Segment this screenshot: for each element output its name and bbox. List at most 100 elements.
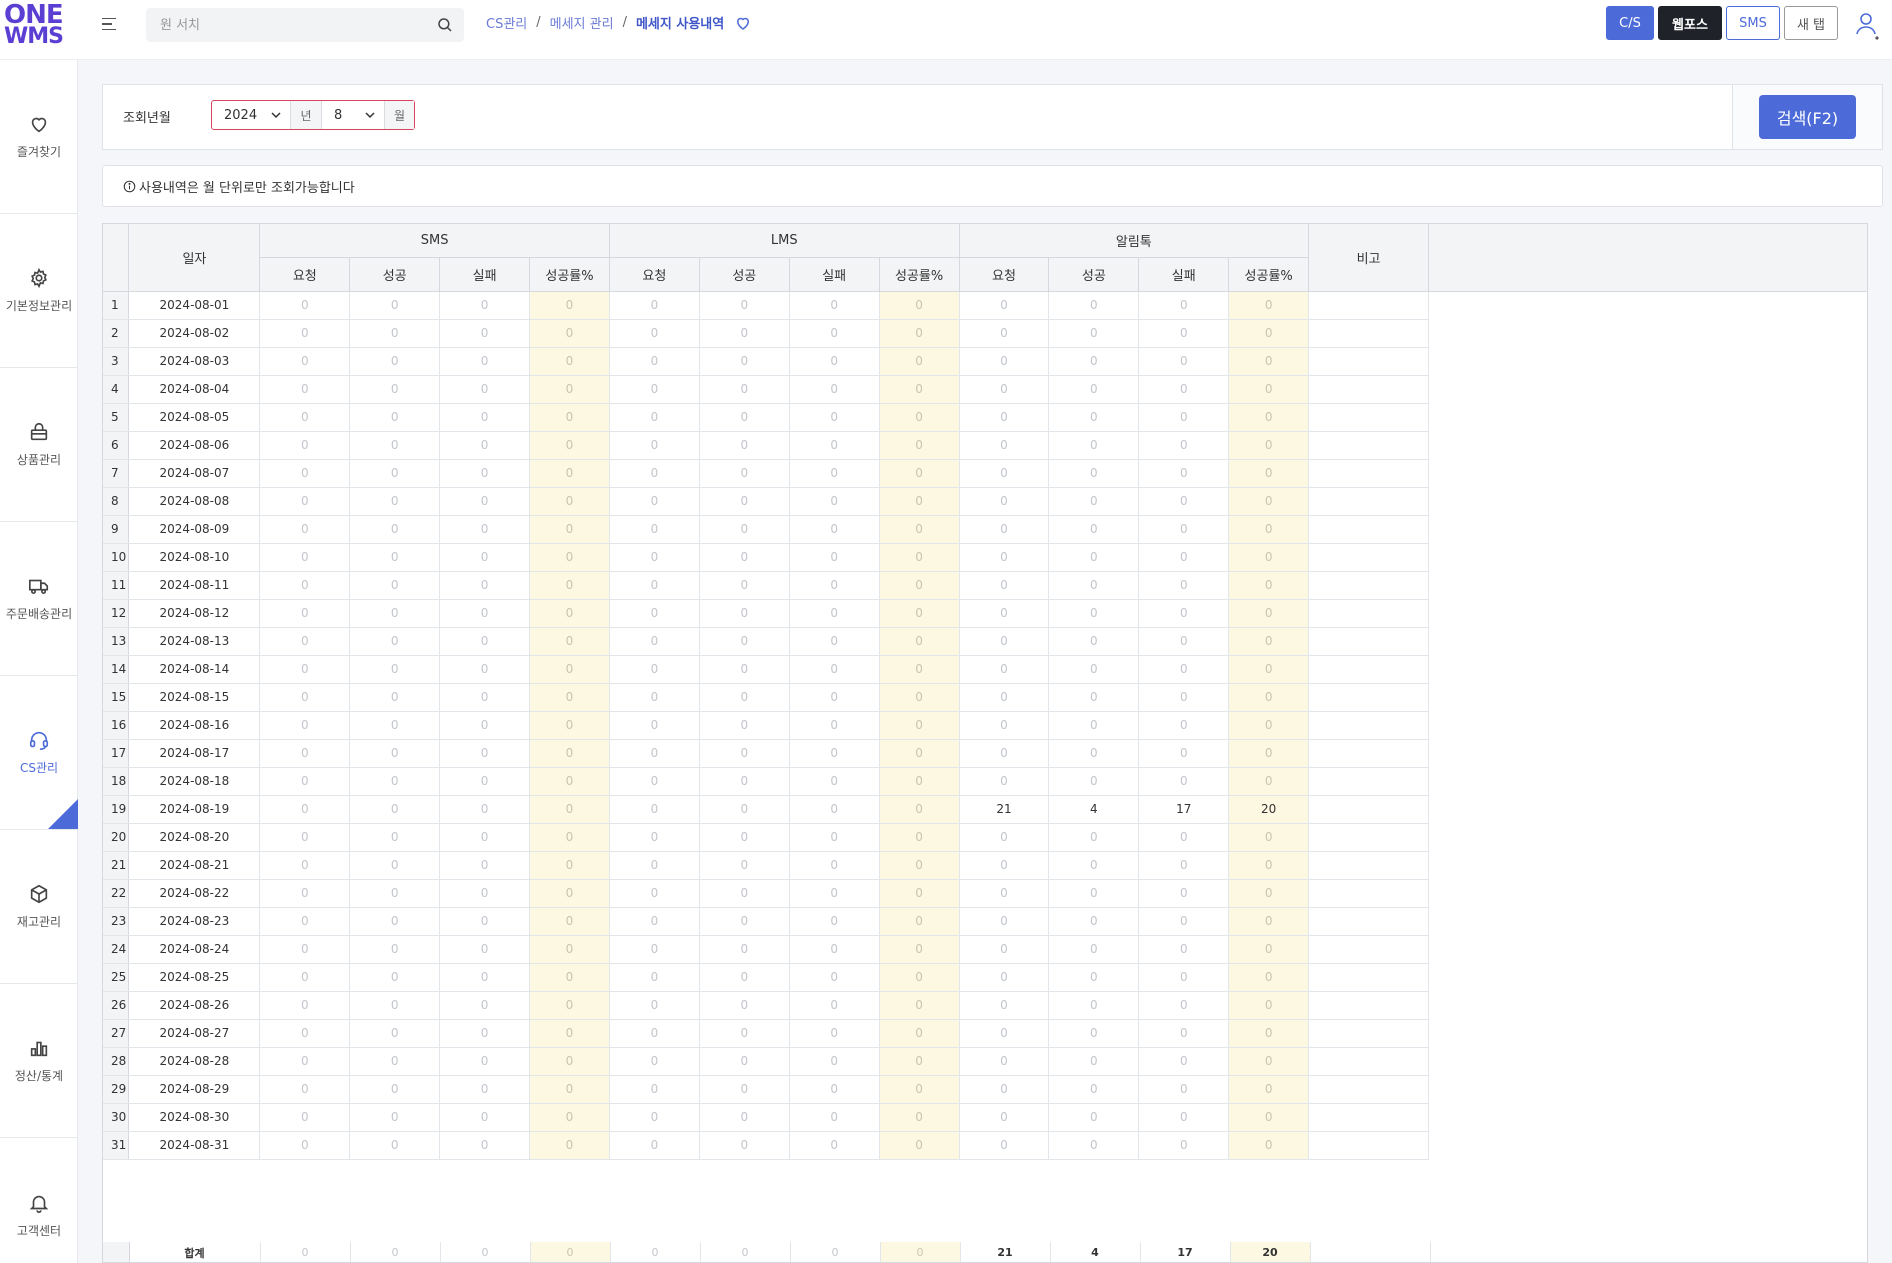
alim-sub-header-3[interactable]: 성공률% <box>1228 257 1310 292</box>
table-row[interactable]: 31 2024-08-31 0 0 0 0 0 0 0 0 0 0 0 0 <box>103 1131 1867 1160</box>
alim-sub-header-0[interactable]: 요청 <box>959 257 1050 292</box>
table-row[interactable]: 18 2024-08-18 0 0 0 0 0 0 0 0 0 0 0 0 <box>103 767 1867 796</box>
table-row[interactable]: 24 2024-08-24 0 0 0 0 0 0 0 0 0 0 0 0 <box>103 935 1867 964</box>
sidebar-item-customer-center[interactable]: 고객센터 <box>0 1138 78 1263</box>
note-cell[interactable] <box>1308 347 1429 376</box>
table-row[interactable]: 1 2024-08-01 0 0 0 0 0 0 0 0 0 0 0 0 <box>103 291 1867 320</box>
note-cell[interactable] <box>1308 515 1429 544</box>
sidebar-item-favorites[interactable]: 즐겨찾기 <box>0 60 78 214</box>
table-row[interactable]: 2 2024-08-02 0 0 0 0 0 0 0 0 0 0 0 0 <box>103 319 1867 348</box>
note-header[interactable]: 비고 <box>1308 224 1429 292</box>
table-row[interactable]: 17 2024-08-17 0 0 0 0 0 0 0 0 0 0 0 0 <box>103 739 1867 768</box>
table-row[interactable]: 23 2024-08-23 0 0 0 0 0 0 0 0 0 0 0 0 <box>103 907 1867 936</box>
sidebar-item-basic-info[interactable]: 기본정보관리 <box>0 214 78 368</box>
breadcrumb-cs[interactable]: CS관리 <box>486 13 527 32</box>
table-row[interactable]: 29 2024-08-29 0 0 0 0 0 0 0 0 0 0 0 0 <box>103 1075 1867 1104</box>
note-cell[interactable] <box>1308 1103 1429 1132</box>
breadcrumb-message-manage[interactable]: 메세지 관리 <box>550 13 614 32</box>
table-row[interactable]: 10 2024-08-10 0 0 0 0 0 0 0 0 0 0 0 0 <box>103 543 1867 572</box>
alim-sub-header-1[interactable]: 성공 <box>1048 257 1140 292</box>
note-cell[interactable] <box>1308 571 1429 600</box>
note-cell[interactable] <box>1308 879 1429 908</box>
table-row[interactable]: 30 2024-08-30 0 0 0 0 0 0 0 0 0 0 0 0 <box>103 1103 1867 1132</box>
note-cell[interactable] <box>1308 655 1429 684</box>
note-cell[interactable] <box>1308 543 1429 572</box>
new-tab-button[interactable]: 새 탭 <box>1784 6 1838 40</box>
note-cell[interactable] <box>1308 1019 1429 1048</box>
note-cell[interactable] <box>1308 907 1429 936</box>
sms-sub-header-2[interactable]: 실패 <box>439 257 531 292</box>
note-cell[interactable] <box>1308 431 1429 460</box>
search-button[interactable]: 검색(F2) <box>1759 95 1856 139</box>
table-row[interactable]: 3 2024-08-03 0 0 0 0 0 0 0 0 0 0 0 0 <box>103 347 1867 376</box>
sidebar-item-statistics[interactable]: 정산/통계 <box>0 984 78 1138</box>
note-cell[interactable] <box>1308 487 1429 516</box>
note-cell[interactable] <box>1308 291 1429 320</box>
menu-toggle-icon[interactable] <box>102 14 122 34</box>
year-select[interactable]: 2024 <box>212 101 290 129</box>
lms-sub-header-0[interactable]: 요청 <box>609 257 700 292</box>
note-cell[interactable] <box>1308 935 1429 964</box>
alim-sub-header-2[interactable]: 실패 <box>1138 257 1230 292</box>
lms-sub-header-3[interactable]: 성공률% <box>879 257 960 292</box>
note-cell[interactable] <box>1308 739 1429 768</box>
note-cell[interactable] <box>1308 991 1429 1020</box>
table-row[interactable]: 4 2024-08-04 0 0 0 0 0 0 0 0 0 0 0 0 <box>103 375 1867 404</box>
table-row[interactable]: 12 2024-08-12 0 0 0 0 0 0 0 0 0 0 0 0 <box>103 599 1867 628</box>
table-row[interactable]: 13 2024-08-13 0 0 0 0 0 0 0 0 0 0 0 0 <box>103 627 1867 656</box>
table-row[interactable]: 14 2024-08-14 0 0 0 0 0 0 0 0 0 0 0 0 <box>103 655 1867 684</box>
note-cell[interactable] <box>1308 795 1429 824</box>
note-cell[interactable] <box>1308 1047 1429 1076</box>
note-cell[interactable] <box>1308 459 1429 488</box>
webpos-button[interactable]: 웹포스 <box>1658 6 1722 40</box>
lms-cell: 0 <box>699 1131 790 1160</box>
sms-sub-header-3[interactable]: 성공률% <box>529 257 610 292</box>
table-row[interactable]: 16 2024-08-16 0 0 0 0 0 0 0 0 0 0 0 0 <box>103 711 1867 740</box>
sms-button[interactable]: SMS <box>1726 6 1780 40</box>
favorite-heart-icon[interactable] <box>734 14 752 32</box>
note-cell[interactable] <box>1308 683 1429 712</box>
sidebar-item-cs[interactable]: CS관리 <box>0 676 78 830</box>
lms-sub-header-2[interactable]: 실패 <box>789 257 880 292</box>
table-row[interactable]: 19 2024-08-19 0 0 0 0 0 0 0 0 21 4 17 20 <box>103 795 1867 824</box>
sidebar-item-orders[interactable]: 주문배송관리 <box>0 522 78 676</box>
table-row[interactable]: 27 2024-08-27 0 0 0 0 0 0 0 0 0 0 0 0 <box>103 1019 1867 1048</box>
note-cell[interactable] <box>1308 1131 1429 1160</box>
table-row[interactable]: 26 2024-08-26 0 0 0 0 0 0 0 0 0 0 0 0 <box>103 991 1867 1020</box>
sms-sub-header-1[interactable]: 성공 <box>349 257 441 292</box>
note-cell[interactable] <box>1308 963 1429 992</box>
table-row[interactable]: 6 2024-08-06 0 0 0 0 0 0 0 0 0 0 0 0 <box>103 431 1867 460</box>
month-select[interactable]: 8 <box>322 101 384 129</box>
table-row[interactable]: 7 2024-08-07 0 0 0 0 0 0 0 0 0 0 0 0 <box>103 459 1867 488</box>
user-icon[interactable] <box>1854 10 1880 40</box>
table-row[interactable]: 20 2024-08-20 0 0 0 0 0 0 0 0 0 0 0 0 <box>103 823 1867 852</box>
cs-button[interactable]: C/S <box>1606 6 1654 40</box>
date-header[interactable]: 일자 <box>128 224 261 292</box>
note-cell[interactable] <box>1308 1075 1429 1104</box>
note-cell[interactable] <box>1308 851 1429 880</box>
search-icon[interactable] <box>436 16 454 34</box>
table-row[interactable]: 25 2024-08-25 0 0 0 0 0 0 0 0 0 0 0 0 <box>103 963 1867 992</box>
table-row[interactable]: 11 2024-08-11 0 0 0 0 0 0 0 0 0 0 0 0 <box>103 571 1867 600</box>
note-cell[interactable] <box>1308 627 1429 656</box>
table-row[interactable]: 21 2024-08-21 0 0 0 0 0 0 0 0 0 0 0 0 <box>103 851 1867 880</box>
table-row[interactable]: 9 2024-08-09 0 0 0 0 0 0 0 0 0 0 0 0 <box>103 515 1867 544</box>
note-cell[interactable] <box>1308 767 1429 796</box>
onewms-logo[interactable]: ONE WMS <box>4 2 64 54</box>
table-row[interactable]: 15 2024-08-15 0 0 0 0 0 0 0 0 0 0 0 0 <box>103 683 1867 712</box>
note-cell[interactable] <box>1308 599 1429 628</box>
sms-sub-header-0[interactable]: 요청 <box>259 257 351 292</box>
note-cell[interactable] <box>1308 403 1429 432</box>
table-row[interactable]: 28 2024-08-28 0 0 0 0 0 0 0 0 0 0 0 0 <box>103 1047 1867 1076</box>
note-cell[interactable] <box>1308 375 1429 404</box>
table-row[interactable]: 8 2024-08-08 0 0 0 0 0 0 0 0 0 0 0 0 <box>103 487 1867 516</box>
global-search-input[interactable] <box>146 8 416 42</box>
table-row[interactable]: 22 2024-08-22 0 0 0 0 0 0 0 0 0 0 0 0 <box>103 879 1867 908</box>
sidebar-item-inventory[interactable]: 재고관리 <box>0 830 78 984</box>
lms-sub-header-1[interactable]: 성공 <box>699 257 790 292</box>
note-cell[interactable] <box>1308 319 1429 348</box>
note-cell[interactable] <box>1308 711 1429 740</box>
note-cell[interactable] <box>1308 823 1429 852</box>
table-row[interactable]: 5 2024-08-05 0 0 0 0 0 0 0 0 0 0 0 0 <box>103 403 1867 432</box>
sidebar-item-products[interactable]: 상품관리 <box>0 368 78 522</box>
